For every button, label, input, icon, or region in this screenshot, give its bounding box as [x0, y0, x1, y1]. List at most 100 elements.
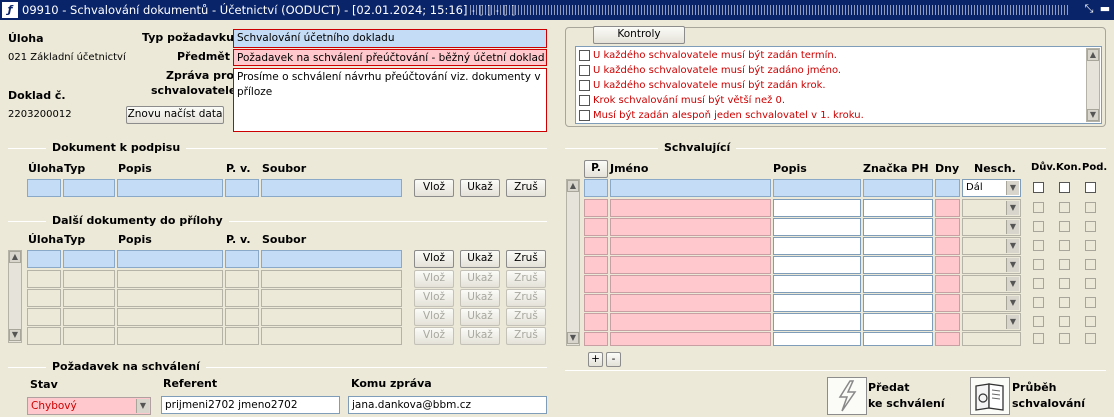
schvalujici-p-cell[interactable]: [584, 332, 608, 346]
remove-approver-button[interactable]: -: [606, 352, 621, 367]
chevron-down-icon[interactable]: ▼: [1006, 181, 1019, 195]
dalsi-cell[interactable]: [63, 250, 115, 268]
schvalujici-kon-check[interactable]: [1059, 182, 1070, 193]
schvalujici-pod-check[interactable]: [1085, 182, 1096, 193]
add-approver-button[interactable]: +: [588, 352, 603, 367]
dokument-popis-field[interactable]: [117, 179, 223, 197]
dalsi-zrus-button[interactable]: Zruš: [506, 250, 546, 268]
kontroly-scroll-up-icon[interactable]: ▲: [1087, 49, 1099, 61]
reload-data-button[interactable]: Znovu načíst data: [126, 106, 224, 124]
kontroly-button[interactable]: Kontroly: [593, 26, 685, 44]
kontroly-scroll-down-icon[interactable]: ▼: [1087, 109, 1099, 121]
stav-select[interactable]: Chybový ▼: [27, 397, 151, 415]
schvalujici-dny-cell[interactable]: [935, 179, 960, 197]
schvalujici-p-cell[interactable]: [584, 256, 608, 274]
schvalujici-popis-cell[interactable]: [773, 313, 861, 331]
dalsi-ukaz-button[interactable]: Ukaž: [460, 250, 500, 268]
dokument-vloz-button[interactable]: Vlož: [414, 179, 454, 197]
schvalujici-popis-cell[interactable]: [773, 237, 861, 255]
restore-window-icon[interactable]: ⤡: [1082, 2, 1096, 16]
schvalujici-scrollbar[interactable]: [566, 179, 580, 346]
dokument-typ-field[interactable]: [63, 179, 115, 197]
dokument-zrus-button[interactable]: Zruš: [506, 179, 546, 197]
dalsi-cell[interactable]: [117, 250, 223, 268]
schvalujici-p-cell[interactable]: [584, 237, 608, 255]
schvalujici-popis-cell[interactable]: [773, 294, 861, 312]
typ-pozadavku-field[interactable]: Schvalování účetního dokladu: [233, 29, 547, 48]
dokument-ukaz-button[interactable]: Ukaž: [460, 179, 500, 197]
schvalujici-znacka-cell[interactable]: [863, 256, 933, 274]
schvalujici-section-title: Schvalující: [658, 141, 737, 154]
dalsi-vloz-button: Vlož: [414, 308, 454, 326]
predat-button[interactable]: [827, 377, 867, 415]
pozadavek-section-title: Požadavek na schválení: [46, 360, 206, 373]
schvalujici-p-cell[interactable]: [584, 275, 608, 293]
minimize-window-icon[interactable]: ▬: [1098, 2, 1112, 16]
schvalujici-popis-cell[interactable]: [773, 275, 861, 293]
kontroly-check-4[interactable]: [579, 95, 590, 106]
schvalujici-jmeno-cell[interactable]: [610, 294, 771, 312]
dalsi-cell[interactable]: [225, 250, 259, 268]
schvalujici-dny-cell[interactable]: [935, 218, 960, 236]
dalsi-cell[interactable]: [261, 250, 402, 268]
schvalujici-jmeno-cell[interactable]: [610, 256, 771, 274]
schvalujici-jmeno-cell[interactable]: [610, 237, 771, 255]
schvalujici-jmeno-cell[interactable]: [610, 332, 771, 346]
schvalujici-popis-cell[interactable]: [773, 218, 861, 236]
kontroly-check-5[interactable]: [579, 110, 590, 121]
dalsi-scroll-up-icon[interactable]: ▲: [9, 251, 21, 263]
schvalujici-p-cell[interactable]: [584, 218, 608, 236]
schvalujici-nesch-select[interactable]: Dál ▼: [962, 179, 1021, 197]
schvalujici-dny-cell[interactable]: [935, 294, 960, 312]
schvalujici-col-p[interactable]: P.: [584, 160, 608, 178]
kontroly-check-2[interactable]: [579, 65, 590, 76]
schvalujici-p-cell[interactable]: [584, 199, 608, 217]
schvalujici-znacka-cell[interactable]: [863, 332, 933, 346]
schvalujici-znacka-cell[interactable]: [863, 313, 933, 331]
schvalujici-znacka-cell[interactable]: [863, 237, 933, 255]
schvalujici-jmeno-cell[interactable]: [610, 199, 771, 217]
dokument-pv-field[interactable]: [225, 179, 259, 197]
chevron-down-icon[interactable]: ▼: [136, 399, 149, 413]
schvalujici-popis-cell[interactable]: [773, 332, 861, 346]
schvalujici-p-cell[interactable]: [584, 294, 608, 312]
schvalujici-scroll-down-icon[interactable]: ▼: [567, 332, 579, 344]
prubeh-button[interactable]: [970, 377, 1010, 415]
predmet-field[interactable]: Požadavek na schválení přeúčtování - běž…: [233, 49, 547, 66]
schvalujici-dny-cell[interactable]: [935, 237, 960, 255]
schvalujici-scroll-up-icon[interactable]: ▲: [567, 180, 579, 192]
schvalujici-popis-cell[interactable]: [773, 199, 861, 217]
schvalujici-znacka-cell[interactable]: [863, 294, 933, 312]
komu-field[interactable]: jana.dankova@bbm.cz: [348, 396, 547, 414]
referent-field[interactable]: prijmeni2702 jmeno2702: [161, 396, 340, 414]
dalsi-scroll-down-icon[interactable]: ▼: [9, 329, 21, 341]
schvalujici-jmeno-cell[interactable]: [610, 218, 771, 236]
schvalujici-duv-check[interactable]: [1033, 182, 1044, 193]
schvalujici-p-cell[interactable]: [584, 313, 608, 331]
schvalujici-p-cell[interactable]: [584, 179, 608, 197]
schvalujici-znacka-cell[interactable]: [863, 275, 933, 293]
dokument-soubor-field[interactable]: [261, 179, 402, 197]
schvalujici-dny-cell[interactable]: [935, 332, 960, 346]
schvalujici-znacka-cell[interactable]: [863, 199, 933, 217]
dalsi-vloz-button[interactable]: Vlož: [414, 250, 454, 268]
schvalujici-dny-cell[interactable]: [935, 199, 960, 217]
schvalujici-znacka-cell[interactable]: [863, 179, 933, 197]
dokument-uloha-field[interactable]: [27, 179, 61, 197]
chevron-down-icon: ▼: [1006, 296, 1019, 310]
schvalujici-popis-cell[interactable]: [773, 179, 861, 197]
dalsi-cell[interactable]: [27, 250, 61, 268]
schvalujici-popis-cell[interactable]: [773, 256, 861, 274]
schvalujici-jmeno-cell[interactable]: [610, 179, 771, 197]
schvalujici-znacka-cell[interactable]: [863, 218, 933, 236]
dalsi-cell: [261, 270, 402, 288]
kontroly-check-1[interactable]: [579, 50, 590, 61]
schvalujici-jmeno-cell[interactable]: [610, 275, 771, 293]
schvalujici-dny-cell[interactable]: [935, 275, 960, 293]
schvalujici-jmeno-cell[interactable]: [610, 313, 771, 331]
zprava-textarea[interactable]: Prosíme o schválení návrhu přeúčtování v…: [233, 68, 547, 132]
kontroly-check-3[interactable]: [579, 80, 590, 91]
schvalujici-dny-cell[interactable]: [935, 313, 960, 331]
schvalujici-dny-cell[interactable]: [935, 256, 960, 274]
dokument-col-uloha: Úloha: [28, 162, 64, 175]
